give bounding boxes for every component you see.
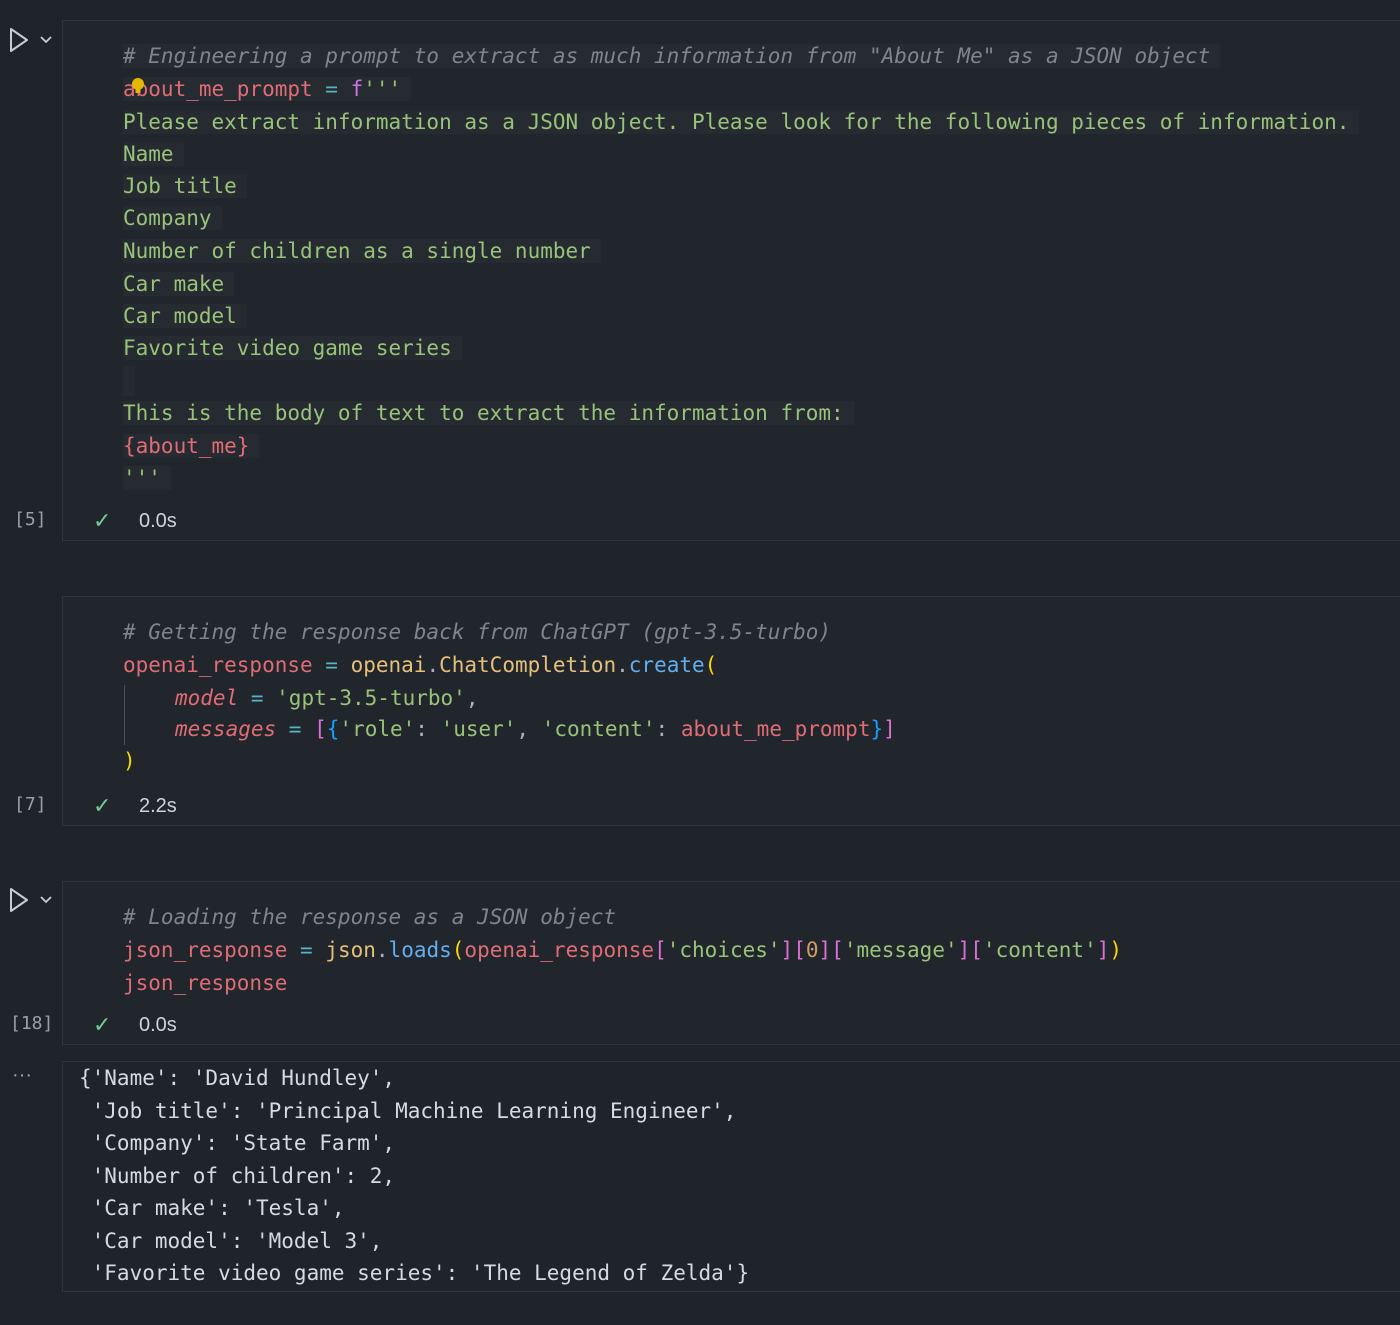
code-cell-1[interactable]: # Engineering a prompt to extract as muc… — [62, 20, 1400, 541]
check-icon: ✓ — [93, 1012, 112, 1037]
cell-status: ✓ 0.0s — [63, 1010, 363, 1040]
check-icon: ✓ — [93, 793, 112, 818]
check-icon: ✓ — [93, 508, 112, 533]
cell-editor[interactable]: # Loading the response as a JSON object … — [123, 882, 1400, 1002]
lightbulb-icon[interactable] — [131, 77, 145, 95]
play-icon — [10, 28, 28, 52]
output-line: 'Car model': 'Model 3', — [79, 1229, 383, 1253]
execution-count: [18] — [10, 1013, 54, 1034]
cell-editor[interactable]: # Getting the response back from ChatGPT… — [123, 597, 1400, 773]
chevron-down-icon — [40, 36, 52, 44]
code-comment: # Loading the response as a JSON object — [123, 905, 617, 929]
output-line: {'Name': 'David Hundley', — [79, 1066, 396, 1090]
code-cell-2[interactable]: # Getting the response back from ChatGPT… — [62, 596, 1400, 826]
run-cell-button[interactable] — [8, 25, 56, 55]
execution-time: 0.0s — [139, 509, 177, 532]
play-icon — [10, 888, 28, 912]
output-line: 'Favorite video game series': 'The Legen… — [79, 1261, 750, 1285]
cell-status: ✓ 2.2s — [63, 791, 363, 821]
code-variable: about_me_prompt — [123, 77, 313, 101]
execution-count: [5] — [14, 509, 47, 530]
output-line: 'Job title': 'Principal Machine Learning… — [79, 1099, 737, 1123]
cell-status: ✓ 0.0s — [63, 506, 363, 536]
output-menu-button[interactable]: ··· — [12, 1064, 32, 1087]
output-line: 'Number of children': 2, — [79, 1164, 396, 1188]
execution-count: [7] — [14, 794, 47, 815]
run-cell-button[interactable] — [8, 885, 56, 915]
chevron-down-icon — [40, 896, 52, 904]
code-cell-3[interactable]: # Loading the response as a JSON object … — [62, 881, 1400, 1045]
cell-output: {'Name': 'David Hundley', 'Job title': '… — [62, 1061, 1400, 1292]
code-comment: # Engineering a prompt to extract as muc… — [123, 44, 1221, 68]
execution-time: 2.2s — [139, 794, 177, 817]
output-line: 'Car make': 'Tesla', — [79, 1196, 345, 1220]
output-line: 'Company': 'State Farm', — [79, 1131, 396, 1155]
cell-editor[interactable]: # Engineering a prompt to extract as muc… — [123, 21, 1400, 490]
indent-guide — [124, 685, 125, 745]
code-comment: # Getting the response back from ChatGPT… — [123, 620, 832, 644]
execution-time: 0.0s — [139, 1013, 177, 1036]
